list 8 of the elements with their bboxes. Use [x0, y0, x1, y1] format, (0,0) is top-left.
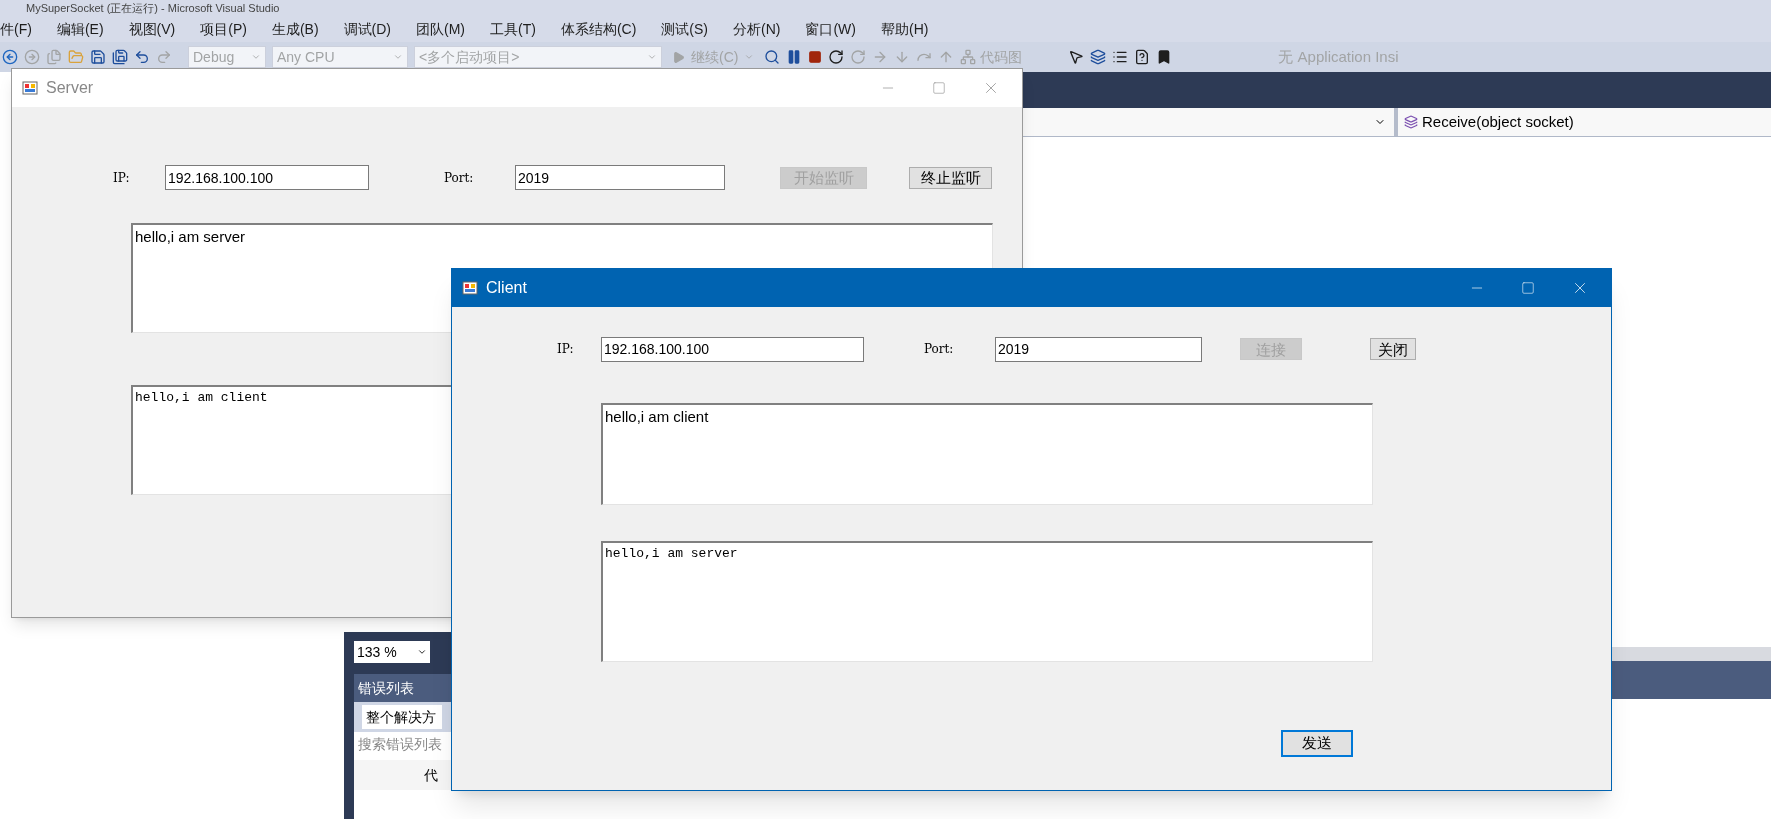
- ide-title: MySuperSocket (正在运行) - Microsoft Visual Studio: [26, 0, 280, 16]
- port-label: Port:: [924, 341, 955, 358]
- panel-title: 错误列表: [358, 678, 414, 698]
- window-title: Client: [486, 278, 527, 298]
- window-title: Server: [46, 78, 94, 98]
- ip-label: IP:: [113, 169, 131, 187]
- ip-label: IP:: [557, 341, 575, 358]
- port-label: Port:: [444, 169, 475, 187]
